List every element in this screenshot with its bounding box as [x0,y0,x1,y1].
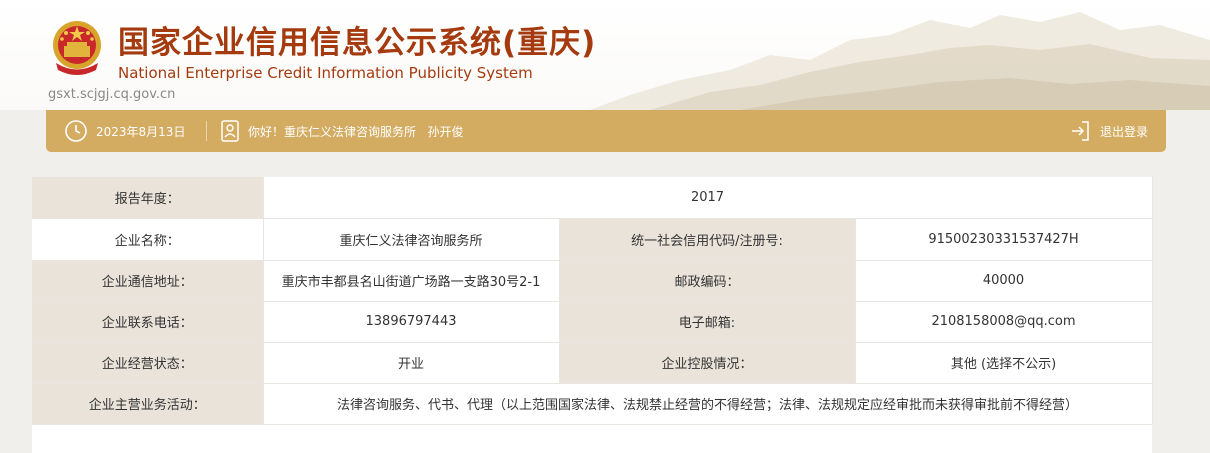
logout-icon [1070,120,1090,142]
site-url: gsxt.scjgj.cq.gov.cn [48,87,176,102]
logout-button[interactable]: 退出登录 [1070,110,1148,152]
email-value: 2108158008@qq.com [855,301,1153,343]
user-bar: 2023年8月13日 你好！重庆仁义法律咨询服务所 孙开俊 退出登录 [46,110,1166,152]
national-emblem-icon [53,21,101,75]
date-display: 2023年8月13日 [64,110,185,152]
credit-code-label: 统一社会信用代码/注册号: [559,218,856,261]
report-year-value: 2017 [263,177,1153,219]
postal-code-value: 40000 [855,260,1153,302]
business-scope-label: 企业主营业务活动： [32,383,264,425]
logout-label: 退出登录 [1100,124,1149,139]
phone-value: 13896797443 [263,301,560,343]
user-greeting: 你好！重庆仁义法律咨询服务所 孙开俊 [220,110,463,152]
status-label: 企业经营状态： [32,342,264,384]
phone-label: 企业联系电话： [32,301,264,343]
email-label: 电子邮箱: [559,301,856,343]
table-row: 企业通信地址： 重庆市丰都县名山街道广场路一支路30号2-1 邮政编码： 400… [32,260,1153,302]
date-text: 2023年8月13日 [96,124,186,139]
postal-code-label: 邮政编码： [559,260,856,302]
company-name-label: 企业名称： [32,218,264,261]
table-row: 报告年度： 2017 [32,177,1153,219]
table-row: 企业主营业务活动： 法律咨询服务、代书、代理（以上范围国家法律、法规禁止经营的不… [32,383,1153,425]
site-title-cn: 国家企业信用信息公示系统(重庆) [118,25,597,61]
mountain-background [590,12,1210,110]
status-value: 开业 [263,342,560,384]
clock-icon [64,119,88,143]
credit-code-value: 91500230331537427H [855,218,1153,261]
site-title-en: National Enterprise Credit Information P… [118,64,533,82]
greeting-text: 你好！重庆仁义法律咨询服务所 孙开俊 [248,124,464,139]
divider [206,121,207,141]
holding-label: 企业控股情况： [559,342,856,384]
company-name-value: 重庆仁义法律咨询服务所 [263,218,560,261]
holding-value: 其他 (选择不公示) [855,342,1153,384]
table-row: 企业名称： 重庆仁义法律咨询服务所 统一社会信用代码/注册号: 91500230… [32,218,1153,261]
report-year-label: 报告年度： [32,177,264,219]
annual-report-table: 报告年度： 2017 企业名称： 重庆仁义法律咨询服务所 统一社会信用代码/注册… [32,177,1153,453]
user-card-icon [220,120,240,142]
site-header: 国家企业信用信息公示系统(重庆) National Enterprise Cre… [0,0,1210,110]
address-label: 企业通信地址： [32,260,264,302]
table-row: 企业联系电话： 13896797443 电子邮箱: 2108158008@qq.… [32,301,1153,343]
table-row: 企业经营状态： 开业 企业控股情况： 其他 (选择不公示) [32,342,1153,384]
address-value: 重庆市丰都县名山街道广场路一支路30号2-1 [263,260,560,302]
business-scope-value: 法律咨询服务、代书、代理（以上范围国家法律、法规禁止经营的不得经营；法律、法规规… [263,383,1153,425]
